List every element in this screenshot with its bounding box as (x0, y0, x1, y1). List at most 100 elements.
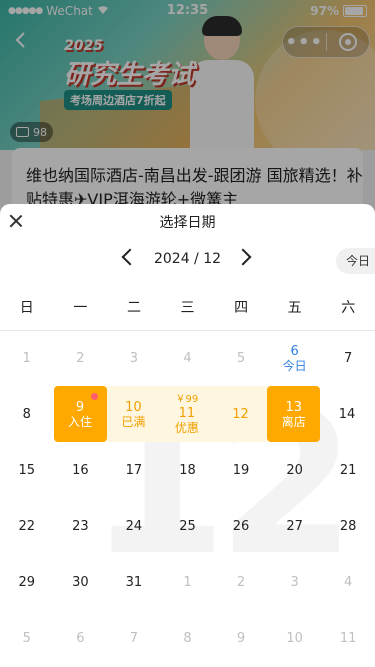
day-number: 10 (125, 399, 142, 415)
day-price: ￥99 (175, 393, 199, 405)
day-number: 29 (18, 574, 36, 590)
weekday-label: 三 (180, 300, 195, 316)
day-caption: 优惠 (174, 420, 199, 435)
calendar-day: 2 (214, 554, 268, 610)
day-number: 3 (129, 350, 139, 366)
calendar-day[interactable]: 18 (161, 442, 215, 498)
day-number: 9 (236, 630, 246, 646)
weekday-label: 日 (19, 300, 34, 316)
calendar-day[interactable]: 15 (0, 442, 54, 498)
day-number: 6 (290, 343, 299, 359)
day-number: 30 (72, 574, 89, 590)
day-number: 12 (232, 406, 249, 422)
calendar-day[interactable]: 23 (54, 498, 108, 554)
day-number: 6 (76, 630, 85, 646)
day-number: 1 (183, 574, 192, 590)
calendar-day: 4 (161, 330, 215, 386)
day-number: 23 (72, 518, 89, 534)
calendar-day-selected[interactable]: 13 离店 (267, 386, 321, 442)
day-caption: 离店 (281, 414, 306, 429)
calendar-day[interactable]: 26 (214, 498, 268, 554)
calendar-day[interactable]: 14 (320, 386, 374, 442)
calendar-day[interactable]: 24 (107, 498, 161, 554)
day-number: 13 (285, 399, 303, 415)
day-number: 20 (286, 462, 303, 478)
calendar-day: 7 (107, 610, 161, 666)
calendar-day[interactable]: 31 (107, 554, 161, 610)
day-number: 7 (344, 350, 353, 366)
calendar-day[interactable]: 20 (268, 442, 322, 498)
day-number: 25 (179, 518, 196, 534)
calendar-day[interactable]: 12 (213, 386, 268, 442)
calendar-week-row: 22 23 24 25 26 27 28 (0, 498, 375, 554)
day-number: 8 (183, 630, 192, 646)
calendar-day: 11 (321, 610, 375, 666)
day-number: 16 (72, 462, 89, 478)
day-number: 18 (179, 462, 196, 478)
calendar-week-row: 29 30 31 1 2 3 4 (0, 554, 375, 610)
day-number: 17 (125, 462, 143, 478)
calendar-day: 2 (54, 330, 108, 386)
day-number: 4 (183, 350, 192, 366)
month-label: 2024 / 12 (153, 251, 222, 267)
weekday-label: 四 (234, 300, 249, 316)
calendar-day[interactable]: 16 (54, 442, 108, 498)
day-number: 4 (344, 574, 353, 590)
day-number: 11 (339, 630, 357, 646)
today-button[interactable]: 今日 (336, 248, 375, 274)
calendar-day: 1 (161, 554, 215, 610)
calendar-day[interactable]: 25 (161, 498, 215, 554)
day-number: 2 (76, 350, 85, 366)
calendar-day: 9 (214, 610, 268, 666)
weekday-header: 日一二三四五六 (0, 286, 375, 331)
day-caption: 已满 (121, 414, 146, 429)
day-number: 21 (339, 462, 357, 478)
weekday-label: 五 (287, 300, 302, 316)
calendar-day: 1 (0, 330, 54, 386)
calendar-day[interactable]: 19 (214, 442, 268, 498)
calendar-day: 3 (268, 554, 322, 610)
calendar-day[interactable]: 27 (268, 498, 322, 554)
calendar-grid: 1 2 3 4 5 6 今日 7 8 9 入住 10 已满 ￥99 11 优惠 12 13 离店 14 15 16 17 18… (0, 330, 375, 666)
calendar-day: 6 (54, 610, 108, 666)
calendar-day[interactable]: 29 (0, 554, 54, 610)
day-number: 1 (22, 350, 31, 366)
calendar-day[interactable]: 30 (54, 554, 108, 610)
calendar-day: 8 (161, 610, 215, 666)
calendar-day-selected[interactable]: 9 入住 (53, 386, 107, 442)
day-number: 27 (286, 518, 303, 534)
month-navigation: 2024 / 12 今日 (0, 248, 375, 274)
day-number: 11 (178, 405, 196, 421)
calendar-day[interactable]: 17 (107, 442, 161, 498)
day-number: 2 (236, 574, 246, 590)
day-number: 8 (22, 406, 31, 422)
day-number: 22 (18, 518, 36, 534)
weekday-label: 六 (341, 300, 356, 316)
day-number: 24 (125, 518, 143, 534)
weekday-label: 一 (73, 300, 88, 316)
calendar-week-row: 8 9 入住 10 已满 ￥99 11 优惠 12 13 离店 14 (0, 386, 375, 442)
day-number: 9 (75, 399, 85, 415)
calendar-day[interactable]: 8 (0, 386, 54, 442)
day-number: 14 (338, 406, 356, 422)
calendar-week-row: 1 2 3 4 5 6 今日 7 (0, 330, 375, 386)
day-number: 15 (18, 462, 36, 478)
calendar-day[interactable]: 28 (321, 498, 375, 554)
weekday-label: 二 (126, 300, 141, 316)
day-number: 31 (125, 574, 143, 590)
day-number: 19 (232, 462, 250, 478)
calendar-day[interactable]: 6 今日 (268, 330, 322, 386)
calendar-day[interactable]: 10 已满 (106, 386, 161, 442)
calendar-day[interactable]: 21 (321, 442, 375, 498)
day-caption: 入住 (68, 414, 93, 429)
calendar-day[interactable]: 22 (0, 498, 54, 554)
day-number: 7 (129, 630, 139, 646)
date-picker-title: 选择日期 (159, 215, 216, 231)
calendar-day: 5 (0, 610, 54, 666)
calendar-day: 4 (321, 554, 375, 610)
calendar-day[interactable]: ￥99 11 优惠 (160, 386, 214, 442)
calendar-day[interactable]: 7 (321, 330, 375, 386)
day-number: 5 (22, 630, 31, 646)
day-number: 10 (286, 630, 303, 646)
day-number: 28 (339, 518, 357, 534)
